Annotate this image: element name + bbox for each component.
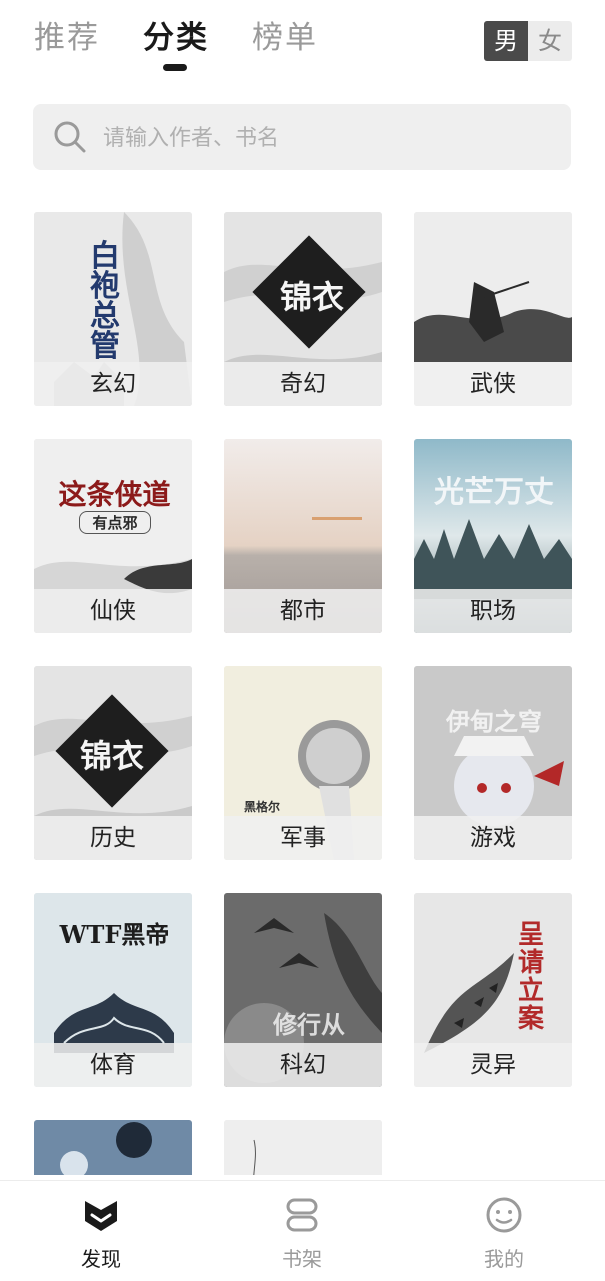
nav-profile[interactable]: 我的 [444,1181,564,1281]
cover-subtitle: 有点邪 [79,511,151,534]
nav-label: 书架 [282,1247,322,1271]
category-label: 体育 [34,1043,192,1087]
category-label: 科幻 [224,1043,382,1087]
category-label: 玄幻 [34,362,192,406]
category-label: 游戏 [414,816,572,860]
category-card-lishi[interactable]: 锦衣 历史 [34,666,192,860]
cover-title: 修行从 [273,1010,345,1039]
nav-label: 发现 [81,1247,121,1271]
cover-title: 白袍总管 [90,239,120,364]
book-cover-image [224,1120,382,1175]
category-label: 武侠 [414,362,572,406]
book-cover-image [34,1120,192,1175]
cover-title: 黑格尔 [244,800,281,814]
category-card-partial-2[interactable] [224,1120,382,1175]
category-card-xuanhuan[interactable]: 白袍总管 玄幻 [34,212,192,406]
category-card-kehuan[interactable]: 修行从 科幻 [224,893,382,1087]
category-card-lingyi[interactable]: 呈请立案 灵异 [414,893,572,1087]
cover-title: 锦衣 [279,278,344,316]
category-card-xianxia[interactable]: 这条侠道 有点邪 仙侠 [34,439,192,633]
cover-title: WTF黑帝 [59,920,170,949]
category-card-wuxia[interactable]: 武侠 [414,212,572,406]
category-card-dushi[interactable]: 都市 [224,439,382,633]
category-label: 都市 [224,589,382,633]
nav-label: 我的 [484,1247,524,1271]
discover-icon [85,1201,117,1231]
category-label: 仙侠 [34,589,192,633]
cover-title: 光芒万丈 [434,475,554,510]
category-label: 历史 [34,816,192,860]
category-card-junshi[interactable]: 黑格尔 军事 [224,666,382,860]
category-card-youxi[interactable]: 伊甸之穹 游戏 [414,666,572,860]
profile-icon [486,1197,522,1233]
category-card-tiyu[interactable]: WTF黑帝 体育 [34,893,192,1087]
category-card-partial-1[interactable] [34,1120,192,1175]
cover-title: 伊甸之穹 [446,707,542,736]
nav-bookshelf[interactable]: 书架 [242,1181,362,1281]
category-label: 职场 [414,589,572,633]
bottom-navigation: 发现 书架 我的 [0,1180,605,1281]
cover-title: 锦衣 [79,737,144,775]
cover-title: 呈请立案 [517,920,544,1034]
bookshelf-icon [286,1198,318,1232]
category-label: 灵异 [414,1043,572,1087]
category-label: 军事 [224,816,382,860]
category-label: 奇幻 [224,362,382,406]
nav-discover[interactable]: 发现 [41,1181,161,1281]
category-card-zhichang[interactable]: 光芒万丈 职场 [414,439,572,633]
category-card-qihuan[interactable]: 锦衣 奇幻 [224,212,382,406]
cover-title: 这条侠道 [58,478,171,511]
category-grid: 白袍总管 玄幻 锦衣 奇幻 武侠 这条侠道 有点邪 仙侠 都市 光芒万丈 职场 … [0,0,605,1175]
